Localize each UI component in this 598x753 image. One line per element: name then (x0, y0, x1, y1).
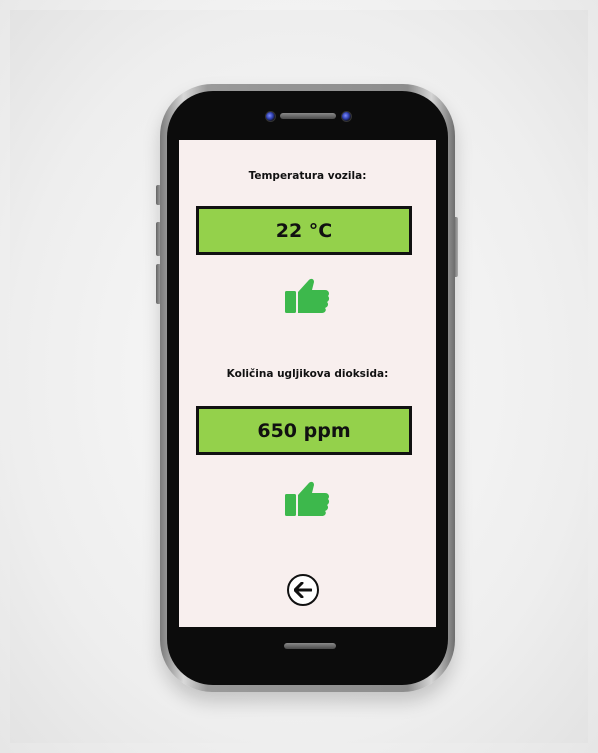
co2-value: 650 ppm (257, 419, 351, 442)
temperature-value: 22 °C (275, 219, 333, 242)
temperature-value-box: 22 °C (196, 206, 412, 255)
earpiece-speaker (280, 113, 336, 119)
co2-label: Količina ugljikova dioksida: (226, 368, 389, 380)
home-indicator (284, 643, 336, 649)
thumbs-up-icon (285, 278, 330, 313)
back-button[interactable] (287, 574, 319, 606)
app-screen: Temperatura vozila: 22 °C Količina uglji… (179, 140, 436, 627)
front-camera-left (265, 111, 276, 122)
front-camera-right (341, 111, 352, 122)
co2-value-box: 650 ppm (196, 406, 412, 455)
arrow-left-icon (294, 582, 312, 598)
temperature-label: Temperatura vozila: (248, 170, 367, 182)
thumbs-up-icon (285, 481, 330, 516)
